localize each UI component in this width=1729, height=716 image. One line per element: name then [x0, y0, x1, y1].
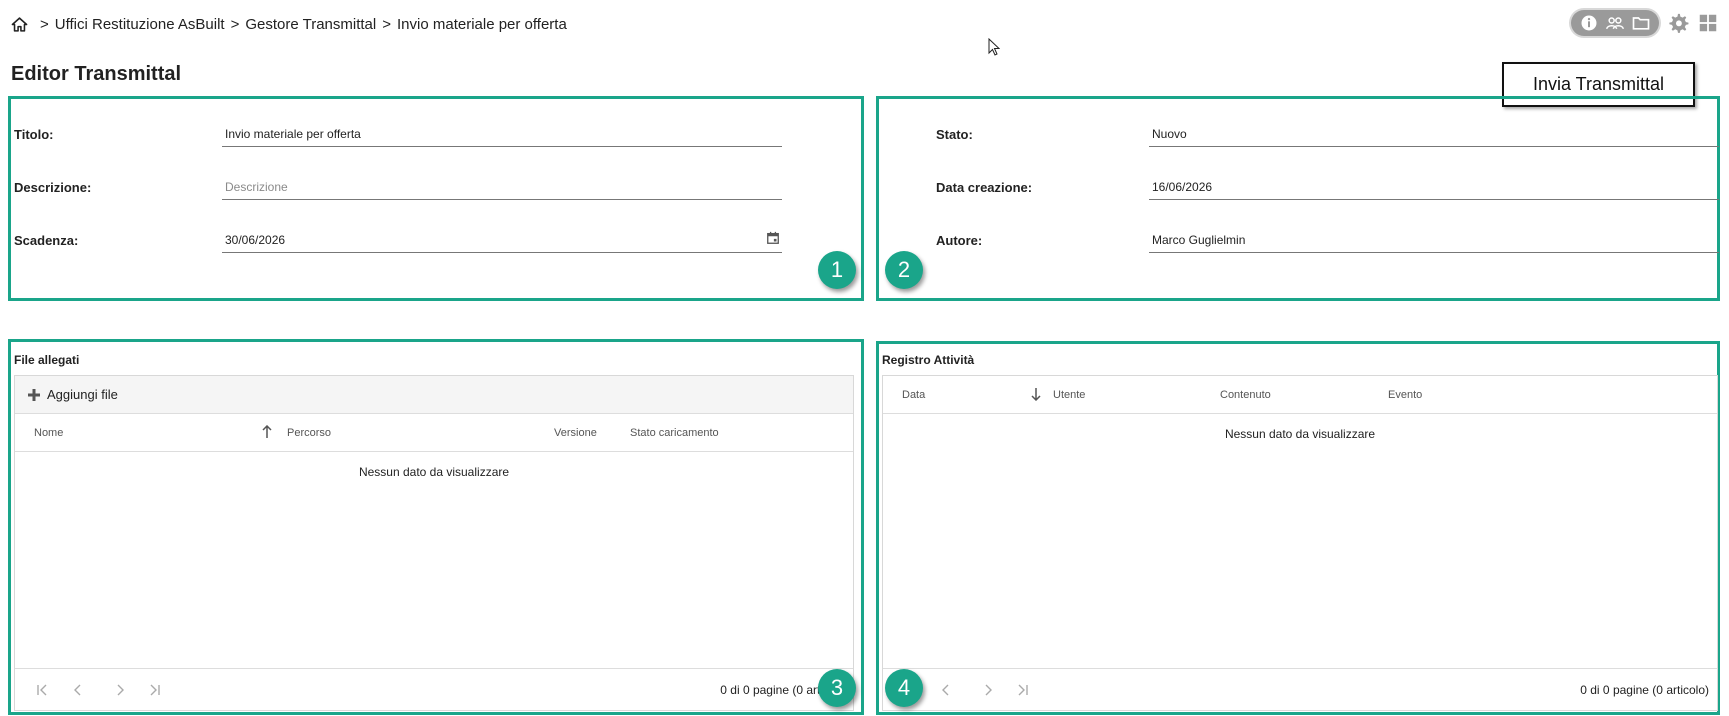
- autore-input: Marco Guglielmin: [1149, 225, 1719, 253]
- users-icon[interactable]: [1605, 13, 1625, 33]
- step-badge-1: 1: [818, 251, 856, 289]
- folder-icon[interactable]: [1631, 13, 1651, 33]
- breadcrumb-separator: >: [382, 15, 391, 33]
- last-page-icon[interactable]: [148, 683, 162, 697]
- sort-ascending-icon[interactable]: [261, 425, 273, 439]
- plus-icon: [28, 388, 40, 401]
- breadcrumb-item-gestore[interactable]: Gestore Transmittal: [245, 16, 376, 33]
- grid-empty-message: Nessun dato da visualizzare: [1224, 427, 1376, 441]
- step-badge-4: 4: [885, 669, 923, 707]
- panel-attached-files: File allegati Aggiungi file Nome Percors…: [8, 339, 864, 715]
- grid-apps-icon[interactable]: [1697, 12, 1719, 34]
- scadenza-input[interactable]: 30/06/2026: [222, 225, 782, 253]
- last-page-icon[interactable]: [1016, 683, 1030, 697]
- autore-label: Autore:: [936, 233, 983, 248]
- panel-general-info: Titolo: Invio materiale per offerta Desc…: [8, 96, 864, 301]
- column-header-utente[interactable]: Utente: [1053, 389, 1085, 401]
- top-toolbar: [1571, 10, 1719, 36]
- descrizione-input[interactable]: Descrizione: [222, 172, 782, 200]
- step-badge-2: 2: [885, 251, 923, 289]
- step-badge-3: 3: [818, 669, 856, 707]
- grid-pager: 0 di 0 pagine (0 articoli): [15, 668, 853, 710]
- activity-log-title: Registro Attività: [882, 353, 975, 367]
- grid-toolbar: Aggiungi file: [15, 376, 853, 414]
- prev-page-icon[interactable]: [71, 683, 85, 697]
- mouse-cursor-icon: [988, 38, 1000, 56]
- attached-files-title: File allegati: [14, 353, 80, 367]
- activity-log-grid: Data Utente Contenuto Evento Nessun dato…: [882, 375, 1718, 711]
- page-title: Editor Transmittal: [11, 63, 182, 85]
- column-header-evento[interactable]: Evento: [1388, 389, 1422, 401]
- titolo-label: Titolo:: [14, 127, 54, 142]
- column-header-percorso[interactable]: Percorso: [287, 427, 331, 439]
- pager-info: 0 di 0 pagine (0 articolo): [1580, 683, 1709, 697]
- column-header-contenuto[interactable]: Contenuto: [1220, 389, 1271, 401]
- grid-header: Data Utente Contenuto Evento: [883, 376, 1717, 414]
- column-header-data[interactable]: Data: [902, 389, 925, 401]
- breadcrumb-separator: >: [40, 15, 49, 33]
- column-header-nome[interactable]: Nome: [34, 427, 63, 439]
- prev-page-icon[interactable]: [939, 683, 953, 697]
- stato-input: Nuovo: [1149, 119, 1719, 147]
- panel-activity-log: Registro Attività Data Utente Contenuto …: [876, 341, 1720, 715]
- column-header-versione[interactable]: Versione: [554, 427, 597, 439]
- add-file-button[interactable]: Aggiungi file: [27, 387, 118, 402]
- grid-pager: 0 di 0 pagine (0 articolo): [883, 668, 1717, 710]
- data-creazione-input: 16/06/2026: [1149, 172, 1719, 200]
- panel-status-info: Stato: Nuovo Data creazione: 16/06/2026 …: [876, 96, 1720, 301]
- info-icon[interactable]: [1579, 13, 1599, 33]
- next-page-icon[interactable]: [981, 683, 995, 697]
- titolo-input[interactable]: Invio materiale per offerta: [222, 119, 782, 147]
- gear-icon[interactable]: [1667, 12, 1689, 34]
- view-toggle-group: [1571, 10, 1659, 36]
- calendar-icon[interactable]: [766, 231, 780, 245]
- descrizione-label: Descrizione:: [14, 180, 92, 195]
- breadcrumb-item-uffici[interactable]: Uffici Restituzione AsBuilt: [55, 16, 225, 33]
- breadcrumb-item-current: Invio materiale per offerta: [397, 15, 567, 33]
- home-icon[interactable]: [11, 16, 28, 33]
- next-page-icon[interactable]: [113, 683, 127, 697]
- breadcrumb: > Uffici Restituzione AsBuilt > Gestore …: [11, 14, 567, 34]
- column-header-stato-caricamento[interactable]: Stato caricamento: [630, 427, 719, 439]
- sort-descending-icon[interactable]: [1030, 387, 1042, 401]
- first-page-icon[interactable]: [35, 683, 49, 697]
- scadenza-value: 30/06/2026: [225, 233, 286, 247]
- data-creazione-label: Data creazione:: [936, 180, 1033, 195]
- stato-label: Stato:: [936, 127, 973, 142]
- attached-files-grid: Aggiungi file Nome Percorso Versione Sta…: [14, 375, 854, 711]
- grid-header: Nome Percorso Versione Stato caricamento: [15, 414, 853, 452]
- breadcrumb-separator: >: [230, 15, 240, 33]
- grid-empty-message: Nessun dato da visualizzare: [358, 465, 510, 479]
- add-file-label: Aggiungi file: [47, 387, 118, 402]
- scadenza-label: Scadenza:: [14, 233, 79, 248]
